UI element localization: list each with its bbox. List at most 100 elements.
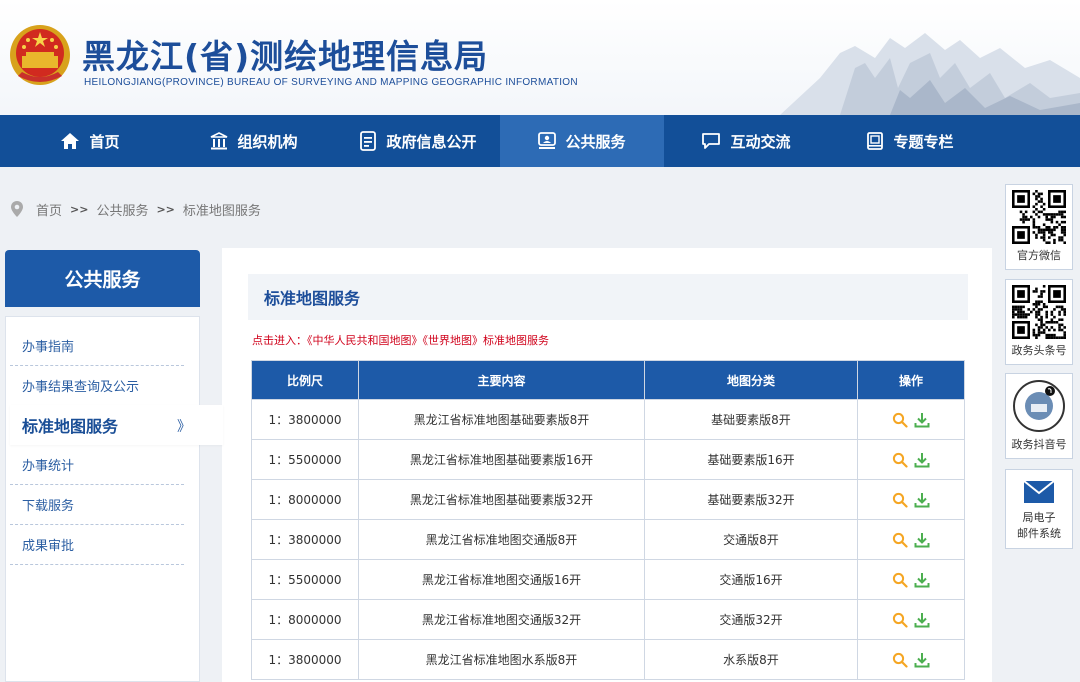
column-header-actions: 操作 [857,360,965,400]
document-icon [360,131,377,151]
table-row: 1：5500000 黑龙江省标准地图基础要素版16开 基础要素版16开 [251,439,965,480]
cell-actions [857,599,965,640]
table-row: 1：3800000 黑龙江省标准地图交通版8开 交通版8开 [251,519,965,560]
email-label-line1: 局电子 [1022,511,1056,524]
sidebar-item-statistics[interactable]: 办事统计 [10,445,184,485]
download-icon[interactable] [914,452,930,468]
breadcrumb-home[interactable]: 首页 [36,200,62,219]
nav-gov-info-label: 政府信息公开 [386,132,477,151]
nav-gov-info[interactable]: 政府信息公开 [336,115,500,167]
sidebar-item-results[interactable]: 办事结果查询及公示 [10,366,184,406]
cell-scale: 1：5500000 [251,559,359,600]
search-icon[interactable] [892,572,908,588]
sidebar-item-standard-map[interactable]: 标准地图服务 》 [10,405,223,445]
nav-organization[interactable]: 组织机构 [172,115,336,167]
cell-category: 水系版8开 [644,639,858,680]
qr-code-icon [1012,190,1066,244]
search-icon[interactable] [892,532,908,548]
cell-content: 黑龙江省标准地图交通版8开 [358,519,645,560]
search-icon[interactable] [892,492,908,508]
sidebar-item-label: 下载服务 [22,499,75,514]
table-row: 1：5500000 黑龙江省标准地图交通版16开 交通版16开 [251,559,965,600]
sidebar-item-label: 办事统计 [22,459,75,474]
sidebar-item-label: 标准地图服务 [22,417,119,436]
cell-actions [857,439,965,480]
douyin-label: 政务抖音号 [1011,438,1067,451]
douyin-qr-box[interactable]: 政务抖音号 [1005,373,1073,459]
search-icon[interactable] [892,452,908,468]
qr-code-icon [1012,285,1066,339]
email-label-line2: 邮件系统 [1017,527,1061,540]
page-title: 标准地图服务 [248,274,968,320]
map-table: 比例尺 主要内容 地图分类 操作 1：3800000 黑龙江省标准地图基础要素版8… [251,360,965,680]
sidebar-item-label: 办事指南 [22,340,75,355]
cell-content: 黑龙江省标准地图基础要素版32开 [358,479,645,520]
nav-public-service[interactable]: 公共服务 [500,115,664,167]
wechat-label: 官方微信 [1017,249,1061,262]
cell-actions [857,399,965,440]
search-icon[interactable] [892,652,908,668]
mail-icon [1023,480,1055,503]
search-icon[interactable] [892,612,908,628]
wechat-qr-box[interactable]: 官方微信 [1005,184,1073,270]
nav-home-label: 首页 [89,132,120,151]
home-icon [61,133,80,149]
book-icon [867,132,884,150]
qr-code-icon [1013,380,1065,432]
location-pin-icon [11,201,23,217]
download-icon[interactable] [914,492,930,508]
chevron-right-icon: 》 [177,419,191,435]
sidebar-item-approval[interactable]: 成果审批 [10,525,184,565]
toutiao-qr-box[interactable]: 政务头条号 [1005,279,1073,365]
sidebar-item-label: 成果审批 [22,539,75,554]
nav-public-service-label: 公共服务 [565,132,626,151]
column-header-scale: 比例尺 [251,360,359,400]
column-header-category: 地图分类 [644,360,858,400]
table-row: 1：8000000 黑龙江省标准地图交通版32开 交通版32开 [251,599,965,640]
cell-category: 交通版16开 [644,559,858,600]
download-icon[interactable] [914,652,930,668]
nav-organization-label: 组织机构 [237,132,298,151]
cell-actions [857,519,965,560]
site-subtitle: HEILONGJIANG(PROVINCE) BUREAU OF SURVEYI… [84,77,578,88]
table-row: 1：8000000 黑龙江省标准地图基础要素版32开 基础要素版32开 [251,479,965,520]
sidebar-item-download[interactable]: 下载服务 [10,485,184,525]
nav-special-topics-label: 专题专栏 [893,132,954,151]
breadcrumb-public-service[interactable]: 公共服务 [96,200,148,219]
cell-content: 黑龙江省标准地图基础要素版8开 [358,399,645,440]
building-icon [211,132,228,150]
cell-scale: 1：8000000 [251,479,359,520]
email-system-box[interactable]: 局电子 邮件系统 [1005,469,1073,549]
main-content: 标准地图服务 点击进入：《中华人民共和国地图》《世界地图》标准地图服务 比例尺 … [222,248,992,682]
cell-category: 交通版32开 [644,599,858,640]
breadcrumb-separator: >> [156,202,175,216]
main-nav: 首页 组织机构 政府信息公开 公共服务 互动交流 专题专栏 [0,115,1080,167]
download-icon[interactable] [914,532,930,548]
download-icon[interactable] [914,612,930,628]
site-title: 黑龙江(省)测绘地理信息局 [82,37,489,76]
cell-content: 黑龙江省标准地图交通版32开 [358,599,645,640]
sidebar-title: 公共服务 [5,250,200,307]
cell-content: 黑龙江省标准地图水系版8开 [358,639,645,680]
table-row: 1：3800000 黑龙江省标准地图水系版8开 水系版8开 [251,639,965,680]
mountain-decoration [780,33,1080,115]
sidebar-item-guide[interactable]: 办事指南 [10,326,184,366]
cell-category: 基础要素版32开 [644,479,858,520]
nav-interaction[interactable]: 互动交流 [664,115,828,167]
national-emblem-icon [10,25,70,85]
cell-category: 交通版8开 [644,519,858,560]
cell-scale: 1：3800000 [251,399,359,440]
breadcrumb: 首页 >> 公共服务 >> 标准地图服务 [10,198,261,220]
cell-actions [857,479,965,520]
toutiao-label: 政务头条号 [1011,344,1067,357]
breadcrumb-current: 标准地图服务 [182,203,261,219]
download-icon[interactable] [914,572,930,588]
download-icon[interactable] [914,412,930,428]
search-icon[interactable] [892,412,908,428]
nav-interaction-label: 互动交流 [730,132,791,151]
nav-special-topics[interactable]: 专题专栏 [828,115,992,167]
cell-scale: 1：8000000 [251,599,359,640]
nav-home[interactable]: 首页 [8,115,172,167]
breadcrumb-separator: >> [70,202,89,216]
notice-link[interactable]: 点击进入：《中华人民共和国地图》《世界地图》标准地图服务 [252,332,549,348]
